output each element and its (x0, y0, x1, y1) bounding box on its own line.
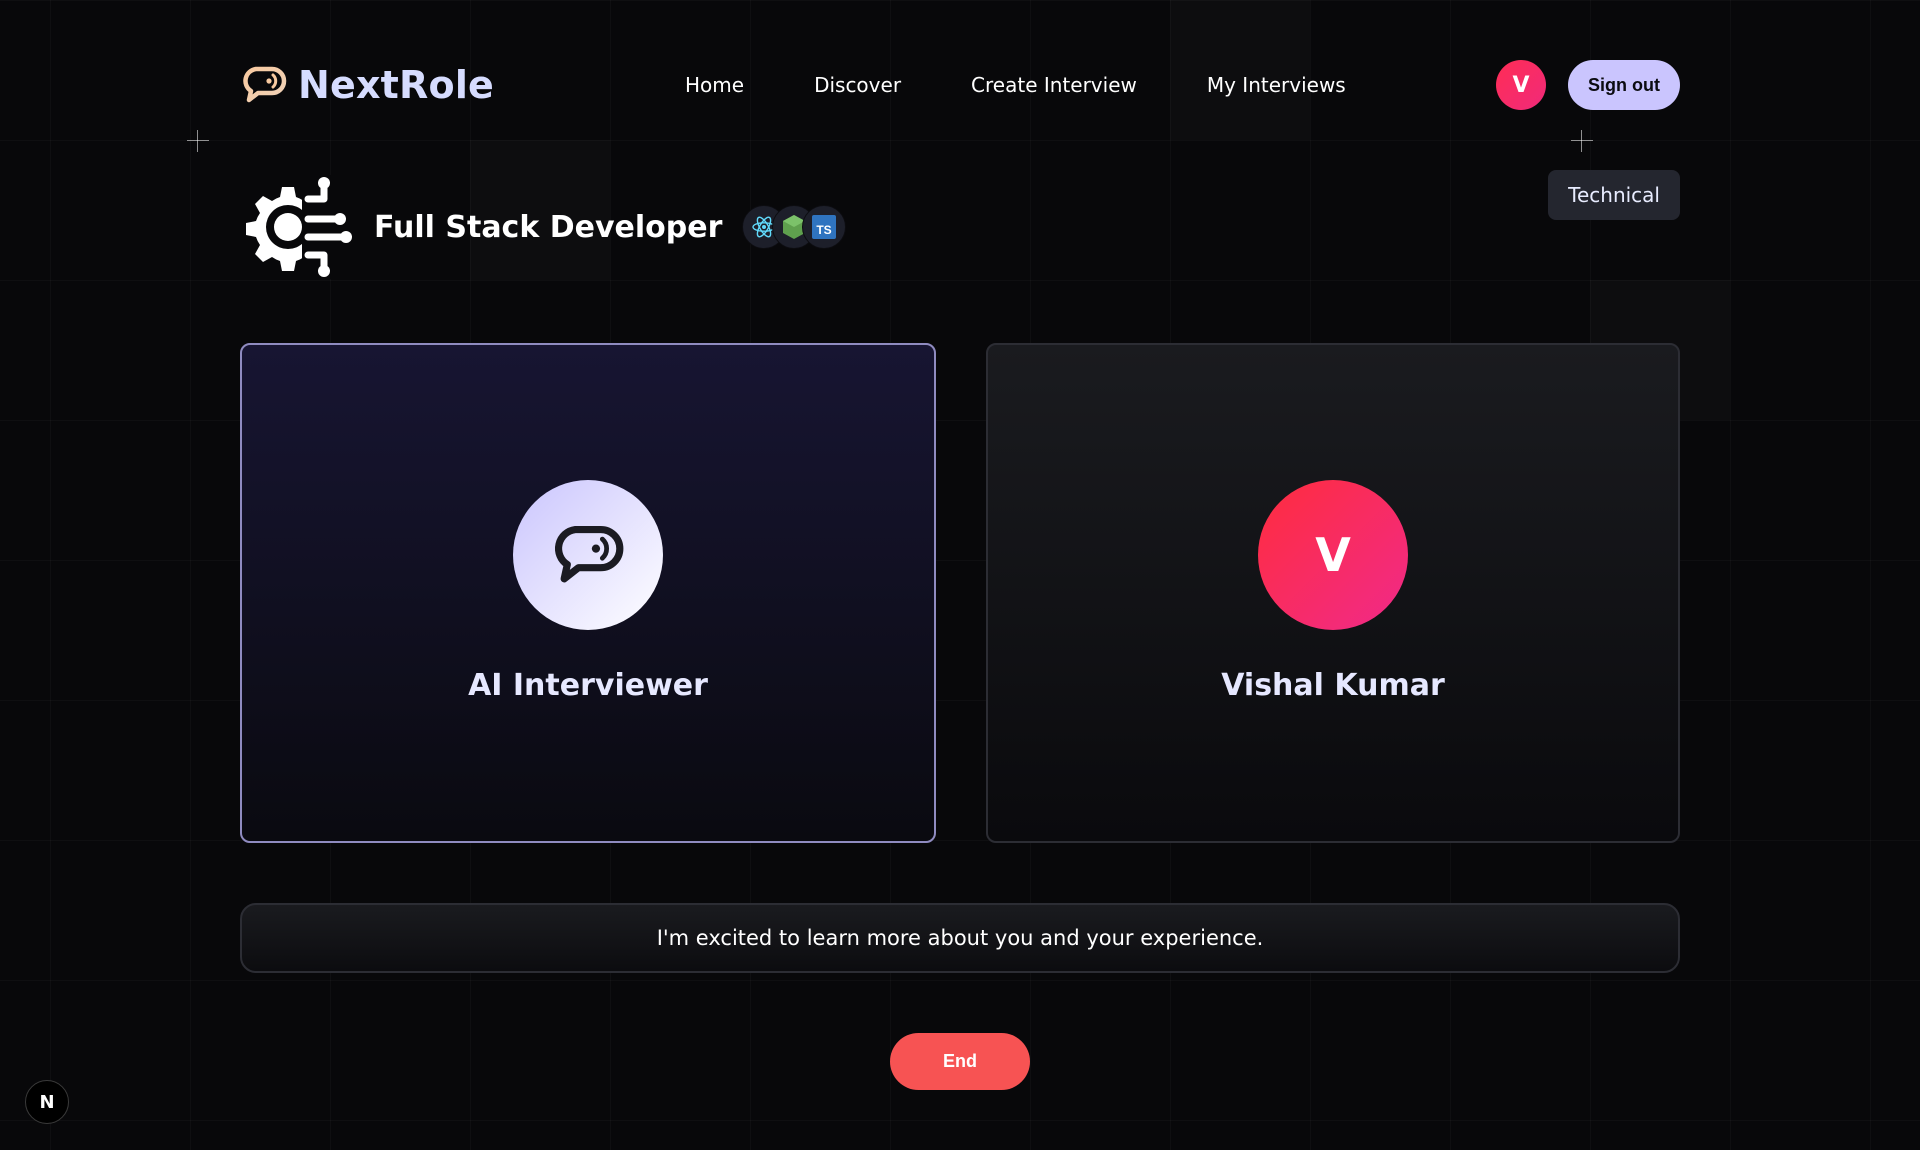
candidate-card: V Vishal Kumar (986, 343, 1680, 843)
tech-stack: TS (742, 205, 847, 249)
svg-text:TS: TS (817, 223, 832, 237)
candidate-name: Vishal Kumar (1221, 668, 1445, 703)
navbar: NextRole Home Discover Create Interview … (240, 55, 1680, 115)
dev-tools-indicator[interactable]: N (25, 1080, 69, 1124)
interviewer-name: AI Interviewer (468, 668, 708, 703)
sign-out-button[interactable]: Sign out (1568, 60, 1680, 110)
sparkle-icon (1571, 130, 1593, 152)
brand[interactable]: NextRole (240, 63, 494, 107)
nav-create-interview[interactable]: Create Interview (971, 73, 1137, 97)
nav-user-controls: V Sign out (1496, 60, 1680, 110)
chat-bubble-icon (555, 525, 624, 583)
typescript-icon: TS (802, 205, 847, 249)
nav-my-interviews[interactable]: My Interviews (1207, 73, 1346, 97)
candidate-avatar: V (1258, 480, 1408, 630)
ai-interviewer-card: AI Interviewer (240, 343, 936, 843)
interview-role-title: Full Stack Developer (374, 209, 723, 245)
interview-header: Full Stack Developer TS (240, 175, 847, 279)
nav-home[interactable]: Home (685, 73, 744, 97)
user-avatar[interactable]: V (1496, 60, 1547, 110)
ai-avatar (513, 480, 663, 630)
nav-discover[interactable]: Discover (814, 73, 901, 97)
end-call-button[interactable]: End (890, 1033, 1030, 1090)
sparkle-icon (187, 130, 209, 152)
transcript-message: I'm excited to learn more about you and … (240, 903, 1680, 973)
nav-links: Home Discover Create Interview My Interv… (685, 73, 1346, 97)
chat-logo-icon (243, 66, 287, 103)
brand-name: NextRole (298, 63, 495, 107)
interview-type-badge: Technical (1548, 170, 1680, 220)
gear-circuit-icon (246, 175, 354, 279)
